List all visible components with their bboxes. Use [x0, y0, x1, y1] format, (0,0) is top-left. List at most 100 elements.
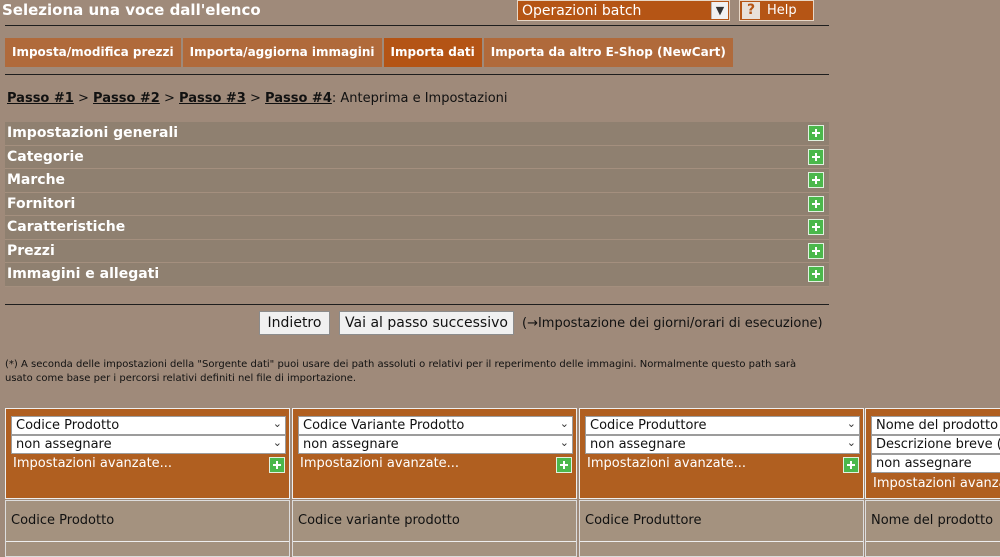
assign-select[interactable]: non assegnare ⌄	[298, 435, 573, 454]
assign-value: non assegnare	[590, 437, 686, 452]
target-field-select[interactable]: Codice Variante Prodotto ⌄	[298, 416, 573, 435]
target-field-select[interactable]: Codice Produttore ⌄	[585, 416, 860, 435]
divider	[5, 74, 829, 75]
next-step-button[interactable]: Vai al passo successivo	[339, 311, 514, 335]
target-field-value: Codice Variante Prodotto	[303, 418, 465, 433]
divider	[866, 541, 1000, 542]
section-label: Caratteristiche	[7, 219, 126, 235]
source-column-cell: Nome del prodotto	[865, 500, 1000, 557]
assign-value: non assegnare	[876, 456, 972, 471]
source-column-cell: Codice variante prodotto	[292, 500, 577, 557]
section-label: Prezzi	[7, 242, 55, 259]
advanced-settings-link[interactable]: Impostazioni avanzate...	[587, 456, 746, 471]
breadcrumb-step-4[interactable]: Passo #4	[265, 91, 332, 106]
assign-value: non assegnare	[16, 437, 112, 452]
breadcrumb-step-3[interactable]: Passo #3	[179, 91, 246, 106]
batch-operations-value: Operazioni batch	[522, 3, 642, 19]
mapping-column: Codice Variante Prodotto ⌄ non assegnare ⌄…	[292, 408, 577, 557]
breadcrumb-separator: >	[250, 91, 261, 106]
mapping-column: Codice Produttore ⌄ non assegnare ⌄ Impost…	[579, 408, 864, 557]
expand-plus-icon[interactable]	[808, 148, 824, 165]
source-column-label: Codice Prodotto	[11, 513, 115, 528]
source-column-label: Nome del prodotto	[871, 513, 994, 528]
breadcrumb-step-2[interactable]: Passo #2	[93, 91, 160, 106]
expand-plus-icon[interactable]	[808, 242, 824, 259]
target-field-select[interactable]: Nome del prodotto (	[871, 416, 1000, 435]
breadcrumb-separator: >	[77, 91, 89, 106]
assign-select[interactable]: non assegnare ⌄	[11, 435, 286, 454]
expand-plus-icon[interactable]	[808, 266, 824, 282]
mapping-column-header: Codice Produttore ⌄ non assegnare ⌄ Impost…	[579, 408, 864, 499]
tab-import-images[interactable]: Importa/aggiorna immagini	[182, 38, 382, 67]
source-column-cell: Codice Prodotto	[5, 500, 290, 557]
mapping-column: Nome del prodotto ( Descrizione breve (i…	[865, 408, 1000, 557]
section-images-attachments[interactable]: Immagini e allegati	[5, 263, 829, 287]
source-column-label: Codice variante prodotto	[298, 513, 460, 528]
batch-operations-select[interactable]: Operazioni batch ▼	[517, 0, 730, 21]
expand-plus-icon[interactable]	[808, 125, 824, 141]
next-step-hint: (→Impostazione dei giorni/orari di esecu…	[522, 316, 823, 331]
section-features[interactable]: Caratteristiche	[5, 216, 829, 240]
section-general-settings[interactable]: Impostazioni generali	[5, 122, 829, 146]
chevron-down-icon: ⌄	[846, 436, 856, 449]
target-field-value: Codice Produttore	[590, 418, 707, 433]
target-field-value: Codice Prodotto	[16, 418, 120, 433]
assign-select[interactable]: non assegnare ⌄	[585, 435, 860, 454]
assign-value: non assegnare	[303, 437, 399, 452]
breadcrumb-step-1[interactable]: Passo #1	[7, 91, 74, 106]
advanced-settings-link[interactable]: Impostazioni avanzate...	[300, 456, 459, 471]
breadcrumb: Passo #1 > Passo #2 > Passo #3 > Passo #…	[7, 91, 508, 106]
breadcrumb-current: : Anteprima e Impostazioni	[331, 91, 508, 106]
section-prices[interactable]: Prezzi	[5, 239, 829, 263]
chevron-down-icon: ⌄	[559, 436, 569, 449]
tab-import-newcart[interactable]: Importa da altro E-Shop (NewCart)	[483, 38, 733, 67]
divider	[5, 304, 829, 305]
mapping-column-header: Codice Prodotto ⌄ non assegnare ⌄ Impostaz…	[5, 408, 290, 499]
mapping-column-header: Codice Variante Prodotto ⌄ non assegnare ⌄…	[292, 408, 577, 499]
back-button[interactable]: Indietro	[259, 311, 330, 335]
section-brands[interactable]: Marche	[5, 169, 829, 193]
chevron-down-icon: ⌄	[272, 436, 282, 449]
secondary-field-value: Descrizione breve (i	[876, 437, 1000, 452]
source-column-cell: Codice Produttore	[579, 500, 864, 557]
mapping-column-header: Nome del prodotto ( Descrizione breve (i…	[865, 408, 1000, 499]
expand-plus-icon[interactable]	[843, 457, 859, 473]
top-bar: Seleziona una voce dall'elenco Operazion…	[0, 0, 830, 22]
expand-plus-icon[interactable]	[808, 172, 824, 188]
breadcrumb-separator: >	[163, 91, 175, 106]
advanced-settings-link[interactable]: Impostazioni avanzate...	[13, 456, 172, 471]
target-field-select[interactable]: Codice Prodotto ⌄	[11, 416, 286, 435]
section-label: Fornitori	[7, 195, 76, 212]
page-title: Seleziona una voce dall'elenco	[2, 1, 261, 19]
help-button[interactable]: ? Help	[739, 0, 814, 21]
expand-plus-icon[interactable]	[808, 219, 824, 235]
section-suppliers[interactable]: Fornitori	[5, 192, 829, 216]
source-column-label: Codice Produttore	[585, 513, 702, 528]
mapping-column: Codice Prodotto ⌄ non assegnare ⌄ Impostaz…	[5, 408, 290, 557]
advanced-settings-link[interactable]: Impostazioni avanzate...	[873, 476, 1000, 491]
divider	[293, 541, 576, 542]
tab-import-data[interactable]: Importa dati	[383, 38, 482, 67]
chevron-down-icon[interactable]: ▼	[711, 2, 728, 19]
secondary-field-select[interactable]: Descrizione breve (i	[871, 435, 1000, 454]
section-label: Immagini e allegati	[7, 266, 160, 282]
divider	[5, 25, 829, 26]
divider	[6, 541, 289, 542]
section-categories[interactable]: Categorie	[5, 145, 829, 169]
divider	[580, 541, 863, 542]
help-label: Help	[767, 3, 797, 18]
expand-plus-icon[interactable]	[556, 457, 572, 473]
tab-set-prices[interactable]: Imposta/modifica prezzi	[5, 38, 181, 67]
expand-plus-icon[interactable]	[808, 195, 824, 212]
chevron-down-icon: ⌄	[272, 417, 282, 430]
field-mapping-grid: Codice Prodotto ⌄ non assegnare ⌄ Impostaz…	[5, 408, 1000, 557]
tab-bar: Imposta/modifica prezzi Importa/aggiorna…	[5, 38, 733, 67]
section-label: Impostazioni generali	[7, 125, 179, 141]
assign-select[interactable]: non assegnare	[871, 454, 1000, 473]
question-mark-icon: ?	[742, 2, 760, 19]
settings-sections: Impostazioni generali Categorie Marche F…	[5, 122, 829, 287]
section-label: Categorie	[7, 148, 84, 165]
path-note: (*) A seconda delle impostazioni della "…	[5, 359, 797, 384]
expand-plus-icon[interactable]	[269, 457, 285, 473]
target-field-value: Nome del prodotto (	[876, 418, 1000, 433]
